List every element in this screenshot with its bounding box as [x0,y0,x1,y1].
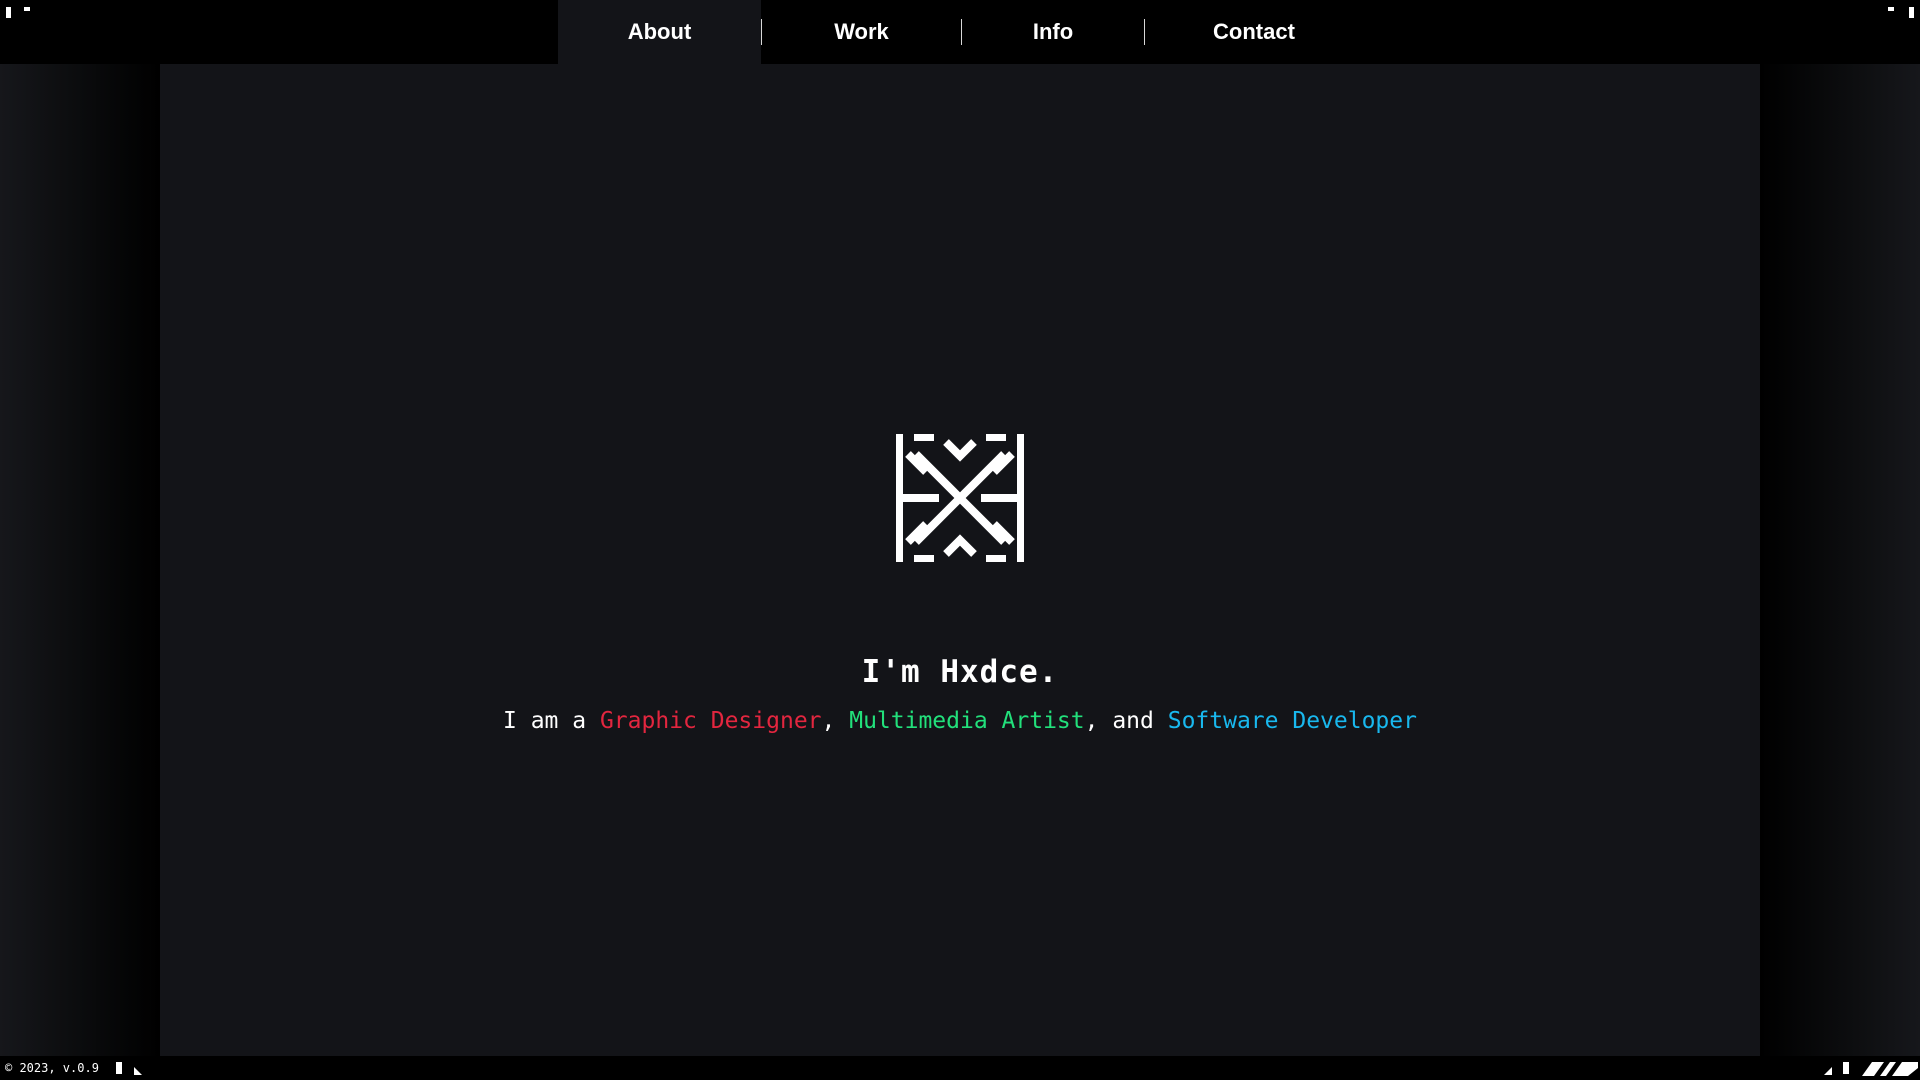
corner-decoration-top-right [1909,7,1914,18]
left-side-gradient [0,64,160,1056]
role-graphic-designer: Graphic Designer [599,708,822,734]
hero-subtitle: I am a Graphic Designer, Multimedia Arti… [160,708,1760,734]
hero-title: I'm Hxdce. [861,654,1059,690]
footer-bar-block [1843,1062,1849,1074]
role-software-developer: Software Developer [1167,708,1417,734]
subtitle-prefix: I am a [503,708,600,734]
corner-decoration-top-left-tick [24,7,30,11]
role-multimedia-artist: Multimedia Artist [849,708,1085,734]
corner-decoration-bottom-right-tick [1824,1067,1832,1075]
nav-contact[interactable]: Contact [1145,0,1363,64]
nav-info[interactable]: Info [962,0,1144,64]
top-navigation-bar: About Work Info Contact [0,0,1920,64]
stripe-decoration-icon [1862,1062,1918,1076]
hxdce-logo-icon [896,434,1024,562]
copyright-version-text: © 2023, v.0.9 [5,1061,99,1075]
main-nav: About Work Info Contact [558,0,1363,64]
nav-work[interactable]: Work [762,0,961,64]
corner-decoration-top-right-tick [1888,7,1894,11]
right-side-gradient [1760,64,1920,1056]
nav-about[interactable]: About [558,0,761,64]
subtitle-separator: , and [1084,708,1168,734]
subtitle-separator: , [821,708,850,734]
footer-cursor-block [116,1062,122,1074]
footer-bar: © 2023, v.0.9 [0,1056,1920,1080]
corner-decoration-top-left [6,7,11,18]
corner-decoration-bottom-left-tick [134,1067,142,1075]
main-content-panel: I'm Hxdce. I am a Graphic Designer, Mult… [160,64,1760,1056]
